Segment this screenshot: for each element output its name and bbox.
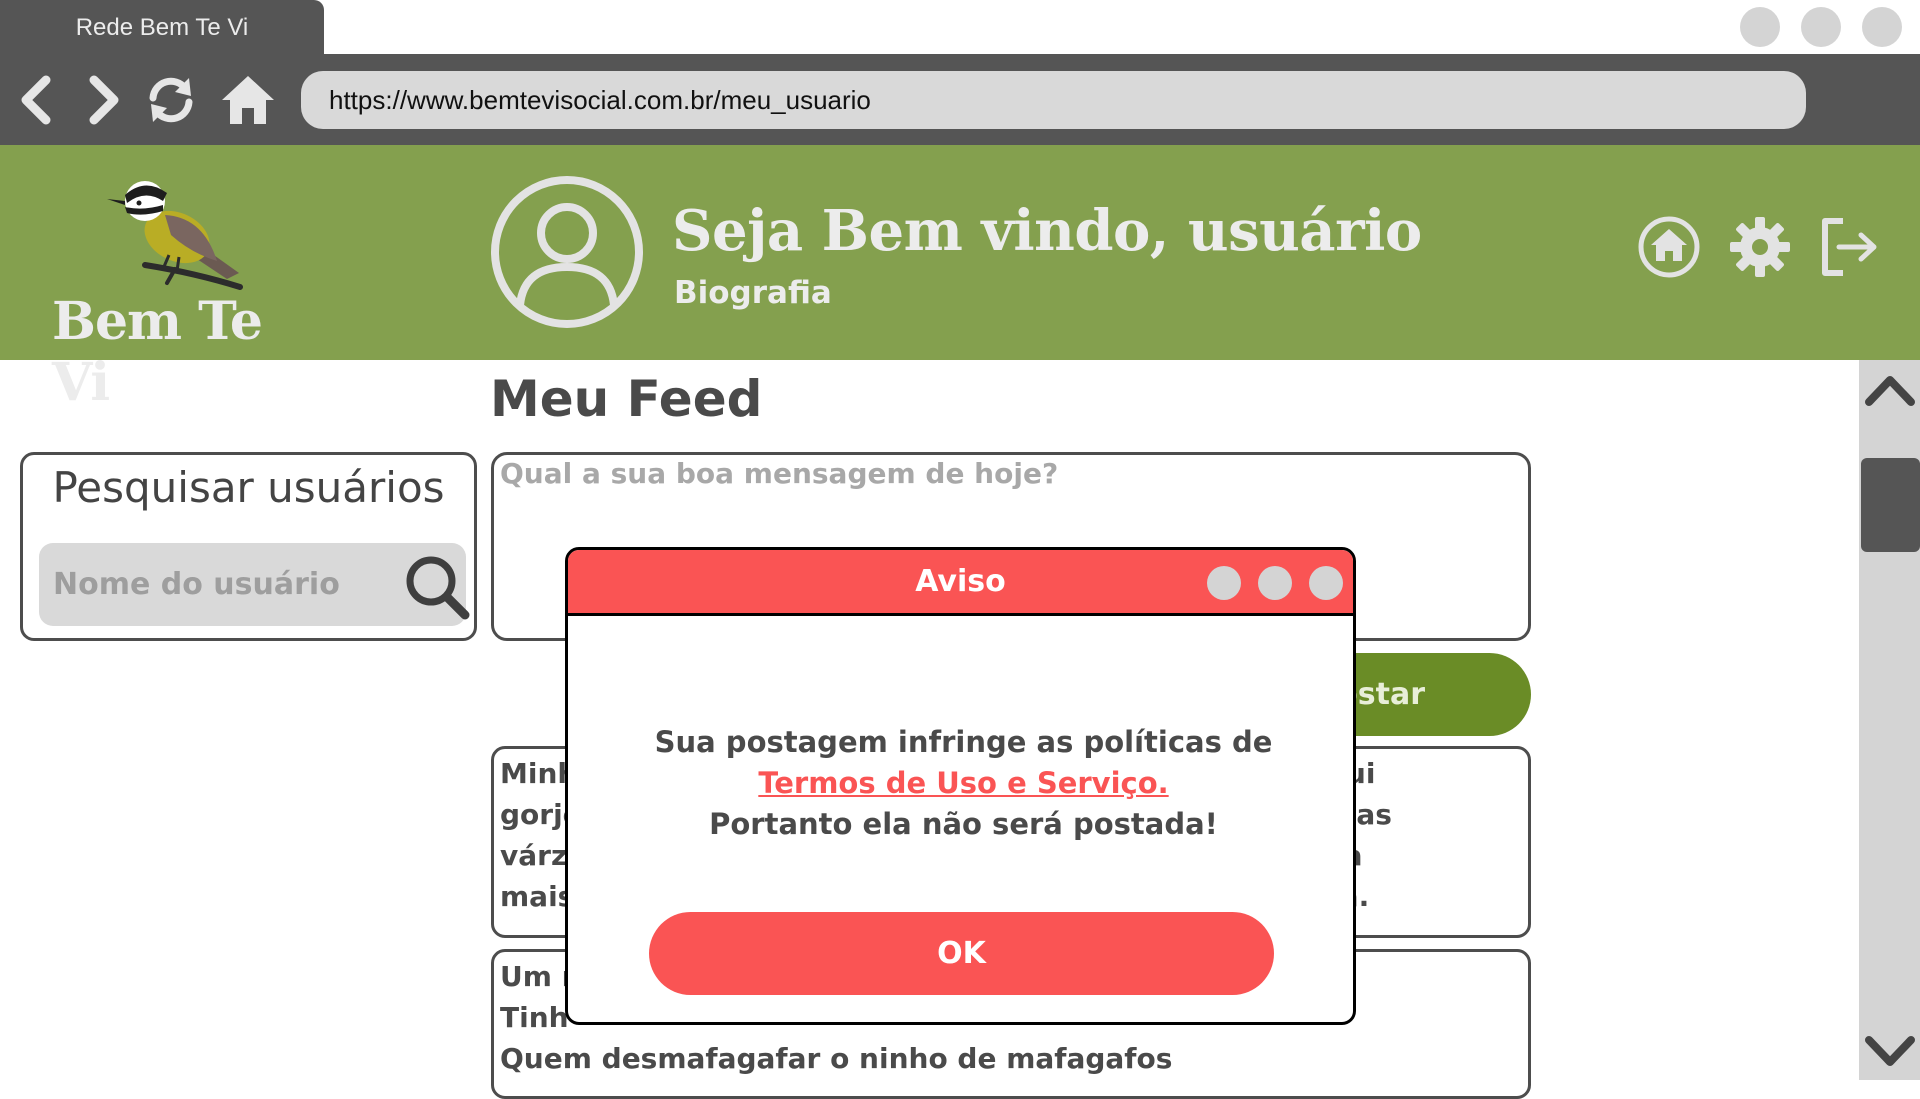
dialog-minimize-button[interactable] bbox=[1207, 566, 1241, 600]
bird-logo-icon[interactable] bbox=[105, 165, 245, 290]
reload-icon[interactable] bbox=[143, 72, 199, 128]
url-bar[interactable]: https://www.bemtevisocial.com.br/meu_usu… bbox=[301, 71, 1806, 129]
search-title: Pesquisar usuários bbox=[52, 463, 445, 512]
dialog-message-note: Portanto ela não será postada! bbox=[709, 807, 1218, 841]
scroll-down-icon[interactable] bbox=[1863, 1030, 1917, 1074]
window-minimize-button[interactable] bbox=[1740, 7, 1780, 47]
ok-button[interactable]: OK bbox=[649, 912, 1274, 995]
dialog-close-button[interactable] bbox=[1309, 566, 1343, 600]
browser-tab[interactable]: Rede Bem Te Vi bbox=[0, 0, 324, 56]
back-icon[interactable] bbox=[10, 72, 66, 128]
gear-icon[interactable] bbox=[1728, 215, 1792, 279]
window-maximize-button[interactable] bbox=[1801, 7, 1841, 47]
dialog-maximize-button[interactable] bbox=[1258, 566, 1292, 600]
logo-text[interactable]: Bem Te Vi bbox=[52, 291, 302, 413]
user-bio: Biografia bbox=[674, 275, 832, 311]
site-header: Bem Te Vi Seja Bem vindo, usuário Biogra… bbox=[0, 145, 1920, 413]
dialog-message-text: Sua postagem infringe as políticas de bbox=[654, 725, 1273, 759]
window-close-button[interactable] bbox=[1862, 7, 1902, 47]
dialog-title-bar[interactable]: Aviso bbox=[568, 550, 1353, 616]
browser-toolbar: https://www.bemtevisocial.com.br/meu_usu… bbox=[0, 54, 1920, 145]
scroll-up-icon[interactable] bbox=[1863, 366, 1917, 410]
feed-title: Meu Feed bbox=[490, 370, 763, 428]
url-text: https://www.bemtevisocial.com.br/meu_usu… bbox=[329, 84, 871, 115]
ok-button-label: OK bbox=[937, 936, 986, 971]
post-line: Quem desmafagafar o ninho de mafagafos bbox=[500, 1042, 1173, 1075]
scroll-thumb[interactable] bbox=[1861, 458, 1920, 552]
page-scrollbar[interactable] bbox=[1859, 360, 1920, 1080]
logout-icon[interactable] bbox=[1817, 215, 1881, 279]
home-icon[interactable] bbox=[1637, 215, 1701, 279]
user-avatar-icon[interactable] bbox=[490, 175, 644, 329]
forward-icon[interactable] bbox=[74, 72, 130, 128]
tab-title: Rede Bem Te Vi bbox=[75, 14, 249, 41]
home-icon[interactable] bbox=[220, 72, 276, 128]
terms-link[interactable]: Termos de Uso e Serviço. bbox=[758, 766, 1168, 800]
welcome-title: Seja Bem vindo, usuário bbox=[672, 198, 1422, 264]
warning-dialog: Aviso Sua postagem infringe as políticas… bbox=[565, 547, 1356, 1025]
search-field-container[interactable] bbox=[39, 543, 470, 626]
user-search-panel: Pesquisar usuários bbox=[20, 452, 477, 641]
search-input[interactable] bbox=[53, 543, 373, 626]
search-icon[interactable] bbox=[401, 551, 471, 621]
browser-title-bar: Rede Bem Te Vi bbox=[0, 0, 1920, 56]
dialog-message: Sua postagem infringe as políticas de Te… bbox=[598, 722, 1329, 845]
